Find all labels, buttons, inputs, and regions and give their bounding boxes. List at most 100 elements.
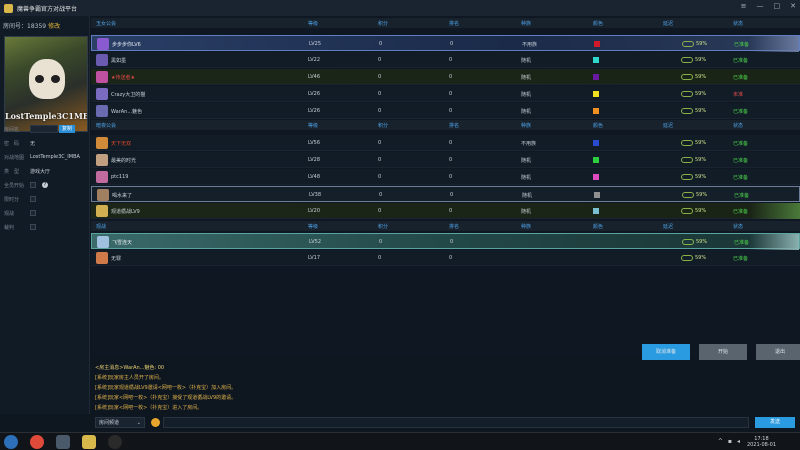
ping-icon: [681, 74, 693, 80]
player-score: 0: [378, 174, 382, 180]
player-name: ★传送者★: [111, 75, 135, 81]
player-name: Crazy大卫的猫: [111, 92, 146, 98]
player-color-swatch[interactable]: [593, 157, 599, 163]
player-rank: 0: [449, 174, 453, 180]
player-name: 观道循战LV9: [111, 209, 140, 215]
ping-icon: [681, 91, 693, 97]
observe-option: 观战: [4, 208, 88, 218]
player-color-swatch[interactable]: [593, 57, 599, 63]
minimize-icon[interactable]: —: [757, 2, 764, 10]
column-header-rank: 排名: [449, 224, 460, 230]
player-row[interactable]: 步步步你LV6 LV25 0 0 不用族 59% 已准备: [91, 35, 800, 52]
clock[interactable]: 17:18 2021-08-01: [747, 436, 776, 448]
player-level: LV46: [308, 74, 321, 80]
ping-icon: [681, 108, 693, 114]
room-name-input[interactable]: [30, 125, 58, 133]
system-tray: ^ ▪ ◂: [718, 438, 740, 445]
chat-input[interactable]: [163, 417, 749, 428]
chat-log: <房主消息>WarAn...魅色: 00 [系统]玩家房主人员开了房间。 [系统…: [91, 362, 800, 414]
send-button[interactable]: 发送: [755, 417, 795, 428]
title-bar: 魔兽争霸官方对战平台 ≡ — □ ✕: [0, 0, 800, 16]
ping-icon: [681, 157, 693, 163]
column-header-score: 积分: [378, 123, 389, 129]
player-ping: 59%: [695, 74, 707, 80]
help-icon[interactable]: ?: [42, 182, 48, 188]
emoji-icon[interactable]: [151, 418, 160, 427]
player-race: 随机: [521, 209, 532, 215]
column-header-rank: 排名: [449, 21, 460, 27]
player-row[interactable]: WarAn...魅色 LV26 0 0 随机 59% 已准备: [91, 103, 800, 119]
cancel-ready-button[interactable]: 取消准备: [642, 344, 690, 360]
player-rank: 0: [450, 41, 454, 47]
start-button[interactable]: 开始: [699, 344, 747, 360]
player-color-swatch[interactable]: [593, 108, 599, 114]
platform-app-icon[interactable]: [82, 435, 96, 449]
modify-link[interactable]: 修改: [48, 23, 60, 30]
time-limit-checkbox[interactable]: [30, 196, 36, 202]
player-status: 已准备: [733, 256, 749, 262]
player-row[interactable]: Crazy大卫的猫 LV26 0 0 随机 59% 未准: [91, 86, 800, 102]
player-row[interactable]: 黑如墨 LV22 0 0 随机 59% 已准备: [91, 52, 800, 68]
column-header-status: 状态: [733, 21, 744, 27]
player-color-swatch[interactable]: [594, 41, 600, 47]
time-limit-option: 限时分: [4, 194, 88, 204]
game-app-icon[interactable]: [56, 435, 70, 449]
player-color-swatch[interactable]: [593, 91, 599, 97]
maximize-icon[interactable]: □: [774, 2, 781, 10]
player-color-swatch[interactable]: [594, 192, 600, 198]
player-color-swatch[interactable]: [593, 208, 599, 214]
section-title: 观战: [96, 224, 107, 230]
player-color-swatch[interactable]: [593, 174, 599, 180]
player-level: LV22: [308, 57, 321, 63]
player-status: 已准备: [733, 158, 749, 164]
chrome-icon[interactable]: [30, 435, 44, 449]
player-row[interactable]: 飞雪连天 LV52 0 0 59% 已准备: [91, 233, 800, 250]
all-start-checkbox[interactable]: [30, 182, 36, 188]
player-status: 已准备: [733, 75, 749, 81]
channel-select[interactable]: 房间频道 ⌄: [95, 417, 145, 428]
chat-message: <房主消息>WarAn...魅色: 00: [95, 365, 165, 371]
player-color-swatch[interactable]: [593, 140, 599, 146]
player-row[interactable]: 无罪 LV17 0 0 59% 已准备: [91, 250, 800, 266]
obs-icon[interactable]: [108, 435, 122, 449]
menu-icon[interactable]: ≡: [741, 2, 747, 10]
player-row[interactable]: ★传送者★ LV46 0 0 随机 59% 已准备: [91, 69, 800, 85]
network-icon[interactable]: ▪: [728, 438, 732, 445]
hero-avatar-icon: [96, 171, 108, 183]
ping-icon: [681, 174, 693, 180]
leave-button[interactable]: 退出: [756, 344, 800, 360]
close-icon[interactable]: ✕: [790, 2, 796, 10]
column-header-score: 积分: [378, 21, 389, 27]
player-name: 飞雪连天: [112, 240, 133, 246]
player-rank: 0: [449, 108, 453, 114]
hero-avatar-icon: [96, 252, 108, 264]
ping-icon: [681, 255, 693, 261]
copy-button[interactable]: 复制: [59, 125, 76, 133]
player-row[interactable]: 天下无双 LV56 0 0 不用族 59% 已准备: [91, 135, 800, 151]
tray-arrow-icon[interactable]: ^: [718, 438, 723, 445]
chat-message: [系统]玩家<网吧一枚>（扑克宝）接受了观道循战LV9的邀请。: [95, 395, 237, 401]
referee-option: 裁判: [4, 222, 88, 232]
action-buttons: 取消准备 开始 退出: [642, 344, 800, 360]
ping-icon: [682, 239, 694, 245]
observe-checkbox[interactable]: [30, 210, 36, 216]
volume-icon[interactable]: ◂: [737, 438, 740, 445]
player-race: 随机: [521, 158, 532, 164]
player-row[interactable]: 观道循战LV9 LV20 0 0 随机 59% 已准备: [91, 203, 800, 219]
player-score: 0: [378, 91, 382, 97]
chat-message: [系统]玩家观道循战LV9邀请<网吧一枚>（扑克宝）加入房间。: [95, 385, 237, 391]
player-color-swatch[interactable]: [593, 74, 599, 80]
player-rank: 0: [449, 140, 453, 146]
windows-start-icon[interactable]: [4, 435, 18, 449]
player-row[interactable]: ptc119 LV48 0 0 随机 59% 已准备: [91, 169, 800, 185]
column-header-status: 状态: [733, 123, 744, 129]
player-row[interactable]: 喝水来了 LV38 0 0 随机 59% 已准备: [91, 186, 800, 202]
referee-checkbox[interactable]: [30, 224, 36, 230]
player-ping: 59%: [695, 140, 707, 146]
section-title: 暗夜公会: [96, 123, 117, 129]
player-row[interactable]: 最美的时光 LV28 0 0 随机 59% 已准备: [91, 152, 800, 168]
player-name: WarAn...魅色: [111, 109, 143, 115]
hero-avatar-icon: [96, 105, 108, 117]
column-header-level: 等级: [308, 224, 319, 230]
player-status: 已准备: [734, 42, 750, 48]
